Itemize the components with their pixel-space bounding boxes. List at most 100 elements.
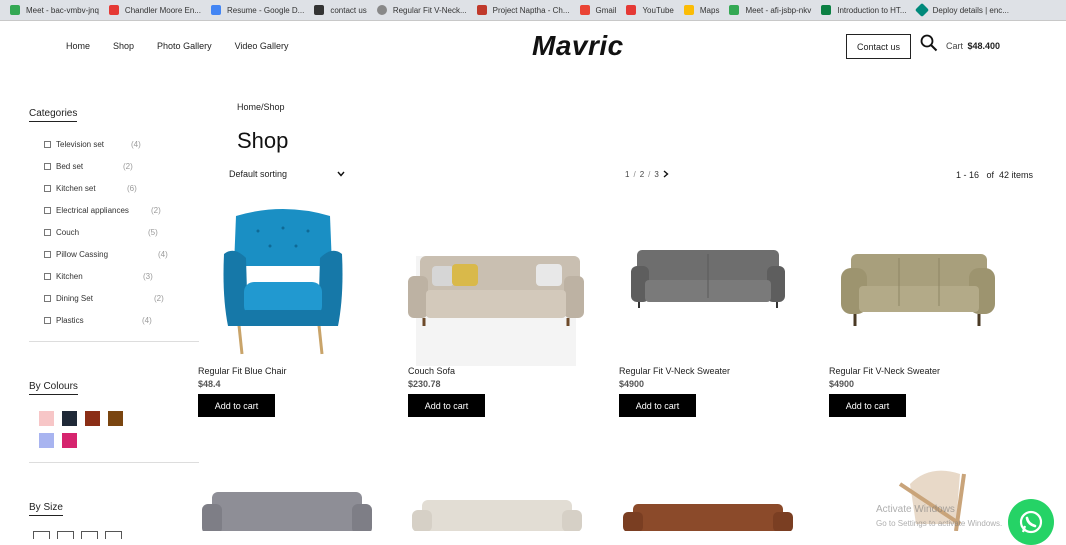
sort-select[interactable]: Default sorting xyxy=(229,169,345,179)
bookmark-item[interactable]: Meet - bac-vmbv-jnq xyxy=(6,0,103,21)
pagination: 1 / 2 / 3 xyxy=(625,170,669,179)
page-1[interactable]: 1 xyxy=(625,170,629,179)
bookmark-item[interactable]: Project Naptha - Ch... xyxy=(473,0,574,21)
category-list: Television set (4) Bed set (2) Kitchen set… xyxy=(44,133,199,331)
checkbox[interactable] xyxy=(44,272,51,280)
colour-swatch[interactable] xyxy=(62,411,77,426)
cart-amount: $48.400 xyxy=(967,41,1001,51)
product-price: $4900 xyxy=(829,379,855,389)
product-name[interactable]: Regular Fit V-Neck Sweater xyxy=(619,366,809,376)
add-to-cart-button[interactable]: Add to cart xyxy=(408,394,485,417)
colour-swatches xyxy=(39,411,199,448)
nav-photo-gallery[interactable]: Photo Gallery xyxy=(157,41,212,51)
site-header: Home Shop Photo Gallery Video Gallery Ma… xyxy=(0,21,1066,73)
size-option[interactable] xyxy=(33,531,50,539)
sofa-image xyxy=(841,254,995,326)
size-option[interactable] xyxy=(81,531,98,539)
bookmark-item[interactable]: Regular Fit V-Neck... xyxy=(373,0,471,21)
page-icon xyxy=(314,5,325,15)
size-option[interactable] xyxy=(105,531,122,539)
product-image[interactable] xyxy=(619,206,809,366)
bookmark-item[interactable]: Resume - Google D... xyxy=(207,0,308,21)
colour-swatch[interactable] xyxy=(39,433,54,448)
youtube-icon xyxy=(108,5,119,15)
checkbox[interactable] xyxy=(44,140,51,148)
add-to-cart-button[interactable]: Add to cart xyxy=(829,394,906,417)
product-card[interactable]: Regular Fit Blue Chair $48.4 Add to cart xyxy=(198,206,388,417)
chair-image xyxy=(223,209,343,355)
bookmark-item[interactable]: YouTube xyxy=(622,0,677,21)
sofa-image xyxy=(408,256,584,366)
product-name[interactable]: Regular Fit V-Neck Sweater xyxy=(829,366,1019,376)
page-2[interactable]: 2 xyxy=(640,170,644,179)
product-image[interactable] xyxy=(619,500,809,531)
whatsapp-button[interactable] xyxy=(1008,499,1054,545)
category-item[interactable]: Kitchen set (6) xyxy=(44,177,199,199)
search-icon[interactable] xyxy=(920,34,938,52)
checkbox[interactable] xyxy=(44,228,51,236)
divider xyxy=(29,462,199,463)
checkbox[interactable] xyxy=(44,294,51,302)
category-item[interactable]: Pillow Cassing (4) xyxy=(44,243,199,265)
bookmark-item[interactable]: Deploy details | enc... xyxy=(913,0,1013,21)
add-to-cart-button[interactable]: Add to cart xyxy=(619,394,696,417)
naptha-icon xyxy=(476,5,487,15)
category-item[interactable]: Electrical appliances (2) xyxy=(44,199,199,221)
colour-swatch[interactable] xyxy=(62,433,77,448)
product-name[interactable]: Couch Sofa xyxy=(408,366,598,376)
checkbox[interactable] xyxy=(44,184,51,192)
product-image[interactable] xyxy=(829,206,1019,366)
size-option[interactable] xyxy=(57,531,74,539)
add-to-cart-button[interactable]: Add to cart xyxy=(198,394,275,417)
bookmark-item[interactable]: Maps xyxy=(680,0,724,21)
size-title: By Size xyxy=(29,502,63,516)
category-item[interactable]: Plastics (4) xyxy=(44,309,199,331)
product-price: $48.4 xyxy=(198,379,221,389)
whatsapp-icon xyxy=(1019,510,1043,534)
site-logo[interactable]: Mavric xyxy=(532,30,624,62)
gmail-icon xyxy=(579,5,590,15)
checkbox[interactable] xyxy=(44,316,51,324)
checkbox[interactable] xyxy=(44,250,51,258)
colour-swatch[interactable] xyxy=(39,411,54,426)
bookmark-item[interactable]: contact us xyxy=(310,0,370,21)
nav-video-gallery[interactable]: Video Gallery xyxy=(235,41,289,51)
nav-shop[interactable]: Shop xyxy=(113,41,134,51)
bookmark-item[interactable]: Meet - afi-jsbp-nkv xyxy=(725,0,815,21)
bookmark-item[interactable]: Gmail xyxy=(576,0,621,21)
chevron-right-icon[interactable] xyxy=(663,170,669,178)
contact-button[interactable]: Contact us xyxy=(846,34,911,59)
product-name[interactable]: Regular Fit Blue Chair xyxy=(198,366,388,376)
colour-swatch[interactable] xyxy=(108,411,123,426)
product-image[interactable] xyxy=(198,486,388,531)
colour-swatch[interactable] xyxy=(85,411,100,426)
youtube-icon xyxy=(626,5,637,15)
product-image[interactable] xyxy=(198,206,388,366)
category-item[interactable]: Bed set (2) xyxy=(44,155,199,177)
nav-home[interactable]: Home xyxy=(66,41,90,51)
bookmark-item[interactable]: Chandler Moore En... xyxy=(105,0,205,21)
maps-icon xyxy=(683,5,694,15)
cart-link[interactable]: Cart $48.400 xyxy=(946,41,1000,51)
checkbox[interactable] xyxy=(44,162,51,170)
product-image[interactable] xyxy=(408,494,598,531)
category-item[interactable]: Television set (4) xyxy=(44,133,199,155)
product-image[interactable] xyxy=(408,206,598,366)
product-price: $4900 xyxy=(619,379,645,389)
product-card[interactable]: Couch Sofa $230.78 Add to cart xyxy=(408,206,598,417)
checkbox[interactable] xyxy=(44,206,51,214)
chevron-down-icon xyxy=(337,171,345,177)
breadcrumb[interactable]: Home/Shop xyxy=(237,102,285,112)
category-item[interactable]: Dining Set (2) xyxy=(44,287,199,309)
category-item[interactable]: Kitchen (3) xyxy=(44,265,199,287)
category-item[interactable]: Couch (5) xyxy=(44,221,199,243)
sort-label: Default sorting xyxy=(229,169,288,179)
page-3[interactable]: 3 xyxy=(654,170,658,179)
bookmark-item[interactable]: Introduction to HT... xyxy=(817,0,910,21)
separator: / xyxy=(633,170,636,179)
google-docs-icon xyxy=(210,5,221,15)
meet-icon xyxy=(729,5,740,15)
product-card[interactable]: Regular Fit V-Neck Sweater $4900 Add to … xyxy=(829,206,1019,417)
product-card[interactable]: Regular Fit V-Neck Sweater $4900 Add to … xyxy=(619,206,809,417)
product-price: $230.78 xyxy=(408,379,441,389)
